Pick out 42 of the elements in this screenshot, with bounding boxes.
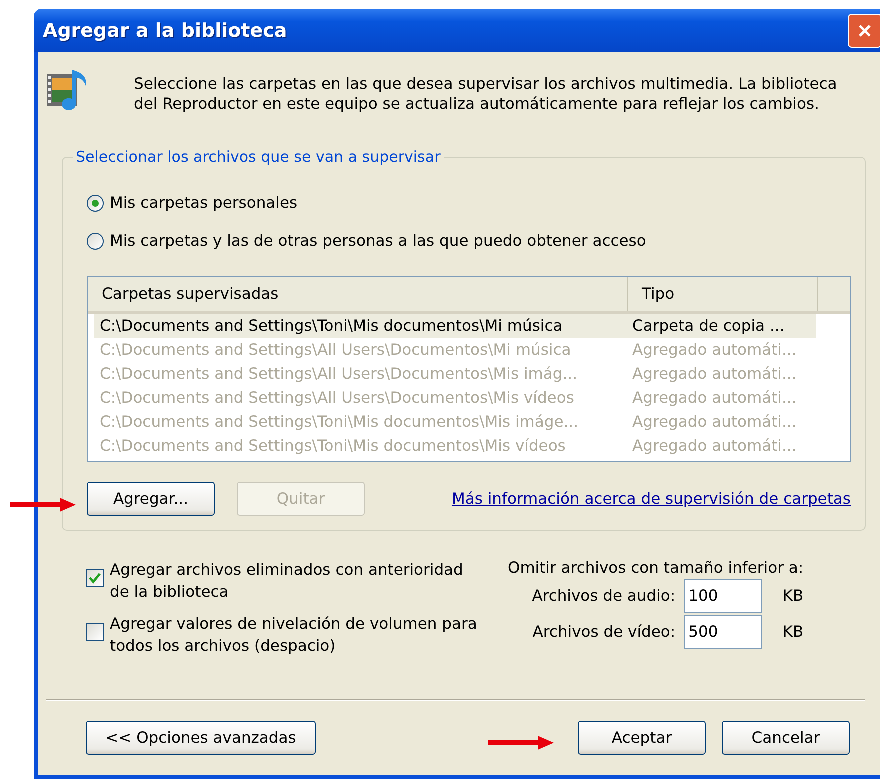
table-cell-text: C:\Documents and Settings\Toni\Mis documentos\Mis vídeos bbox=[99, 437, 567, 455]
field-label: Archivos de vídeo: bbox=[532, 623, 676, 641]
size-field[interactable]: 500 bbox=[684, 615, 762, 649]
table-cell-text: Agregado automáti... bbox=[632, 365, 798, 383]
arrow-icon bbox=[10, 498, 76, 512]
arrow-icon bbox=[488, 736, 554, 750]
column-header[interactable]: Carpetas supervisadas bbox=[88, 277, 628, 311]
group-title: Seleccionar los archivos que se van a supervisar bbox=[75, 148, 442, 166]
checkbox[interactable] bbox=[86, 623, 104, 641]
unit-label: KB bbox=[782, 623, 804, 641]
table-cell-text: C:\Documents and Settings\All Users\Documentos\Mi música bbox=[99, 341, 572, 359]
radio-label: Mis carpetas personales bbox=[110, 194, 298, 212]
table-cell-text: C:\Documents and Settings\Toni\Mis documentos\Mis imáge... bbox=[99, 413, 580, 431]
table-cell-text: Agregado automáti... bbox=[632, 437, 798, 455]
radio-button[interactable] bbox=[87, 194, 104, 212]
close-button[interactable] bbox=[848, 14, 880, 48]
size-field[interactable]: 100 bbox=[684, 579, 762, 613]
description-text: Seleccione las carpetas en las que desea supervisar los archivos multimedia. La biblioteca del Reproductor en este equipo se actualiza automáticamente para reflejar los cambios. bbox=[134, 74, 838, 114]
table-cell-text: Agregado automáti... bbox=[632, 413, 798, 431]
cancel-button[interactable]: Cancelar bbox=[722, 721, 850, 755]
checkbox-label: Agregar valores de nivelación de volumen para todos los archivos (despacio) bbox=[110, 614, 478, 657]
table-cell-text: Carpeta de copia ... bbox=[632, 317, 786, 335]
table-cell-text: Agregado automáti... bbox=[632, 341, 798, 359]
unit-label: KB bbox=[782, 587, 804, 605]
column-header[interactable]: Tipo bbox=[628, 277, 818, 311]
close-icon bbox=[858, 24, 872, 38]
folder-row[interactable]: C:\Documents and Settings\Toni\Mis documentos\Mi música Carpeta de copia ... bbox=[94, 314, 816, 338]
ok-button[interactable]: Aceptar bbox=[578, 721, 706, 755]
add-button[interactable]: Agregar... bbox=[87, 482, 215, 516]
radio-button[interactable] bbox=[87, 232, 104, 250]
table-cell-text: Agregado automáti... bbox=[632, 389, 798, 407]
table-cell-text: C:\Documents and Settings\All Users\Documentos\Mis vídeos bbox=[99, 389, 576, 407]
field-label: Archivos de audio: bbox=[532, 587, 676, 605]
advanced-options-button[interactable]: << Opciones avanzadas bbox=[86, 721, 316, 755]
table-cell-text: C:\Documents and Settings\All Users\Documentos\Mis imág... bbox=[99, 365, 579, 383]
size-limit-label: Omitir archivos con tamaño inferior a: bbox=[508, 559, 804, 577]
help-link[interactable]: Más información acerca de supervisión de carpetas bbox=[452, 490, 851, 508]
window-title: Agregar a la biblioteca bbox=[43, 20, 288, 42]
table-cell-text: C:\Documents and Settings\Toni\Mis documentos\Mi música bbox=[99, 317, 564, 335]
checkbox-label: Agregar archivos eliminados con anterioridad de la biblioteca bbox=[110, 560, 464, 603]
radio-label: Mis carpetas y las de otras personas a las que puedo obtener acceso bbox=[110, 232, 646, 250]
checkbox[interactable] bbox=[86, 569, 104, 587]
